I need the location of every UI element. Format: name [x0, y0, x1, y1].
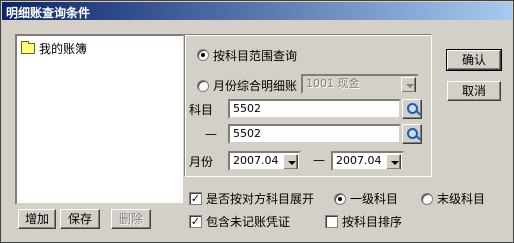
folder-icon	[21, 41, 35, 54]
month-range-separator: —	[313, 153, 325, 167]
month-from-combo[interactable]: 2007.04	[228, 151, 301, 171]
month-label: 月份	[189, 155, 214, 169]
subject-to-field[interactable]: 5502	[228, 124, 401, 144]
ok-button[interactable]: 确认	[446, 49, 502, 71]
month-to-value: 2007.04	[336, 154, 382, 167]
subject-to-search-button[interactable]	[402, 124, 422, 144]
cancel-button[interactable]: 取消	[447, 81, 501, 101]
subject-from-field[interactable]: 5502	[228, 99, 401, 119]
month-from-value: 2007.04	[233, 154, 279, 167]
radio-level-last[interactable]	[421, 193, 433, 205]
radio-level-last-label: 末级科目	[437, 192, 486, 206]
tree-item-my-ledgers[interactable]: 我的账簿	[21, 40, 87, 57]
include-unposted-label: 包含未记账凭证	[206, 215, 291, 229]
month-to-combo[interactable]: 2007.04	[331, 151, 404, 171]
radio-by-subject-range-label: 按科目范围查询	[213, 49, 298, 63]
expand-counterpart-label: 是否按对方科目展开	[206, 192, 315, 206]
subject-range-separator: —	[205, 127, 217, 141]
radio-by-month-summary-label: 月份综合明细账	[213, 79, 298, 93]
title-bar[interactable]: 明细账查询条件	[2, 2, 512, 20]
add-button[interactable]: 增加	[18, 209, 56, 229]
radio-by-month-summary[interactable]	[197, 80, 209, 92]
save-button[interactable]: 保存	[60, 209, 100, 229]
tree-item-label: 我的账簿	[39, 42, 88, 56]
subject-label: 科目	[189, 103, 214, 117]
chevron-down-icon[interactable]	[386, 154, 401, 169]
subject-to-value: 5502	[233, 127, 261, 140]
delete-button[interactable]: 删除	[111, 209, 151, 229]
chevron-down-icon[interactable]	[401, 77, 416, 92]
sort-by-subject-checkbox[interactable]	[325, 215, 338, 228]
radio-by-subject-range[interactable]	[197, 49, 209, 61]
subject-from-search-button[interactable]	[402, 99, 422, 119]
chevron-down-icon[interactable]	[283, 154, 298, 169]
expand-counterpart-checkbox[interactable]: ✓	[189, 192, 202, 205]
subject-from-value: 5502	[233, 102, 261, 115]
sort-by-subject-label: 按科目排序	[342, 215, 403, 229]
month-summary-account-combo[interactable]: 1001 现金	[301, 74, 419, 94]
month-summary-account-value: 1001 现金	[306, 77, 360, 90]
radio-level-first-label: 一级科目	[350, 192, 399, 206]
include-unposted-checkbox[interactable]: ✓	[189, 215, 202, 228]
query-dialog: 明细账查询条件 我的账簿 增加 保存 删除 按科目范围查询 月份综合明细账 10…	[0, 0, 514, 243]
window-title: 明细账查询条件	[6, 6, 91, 20]
ledger-tree[interactable]: 我的账簿	[15, 34, 185, 205]
radio-level-first[interactable]	[334, 193, 346, 205]
